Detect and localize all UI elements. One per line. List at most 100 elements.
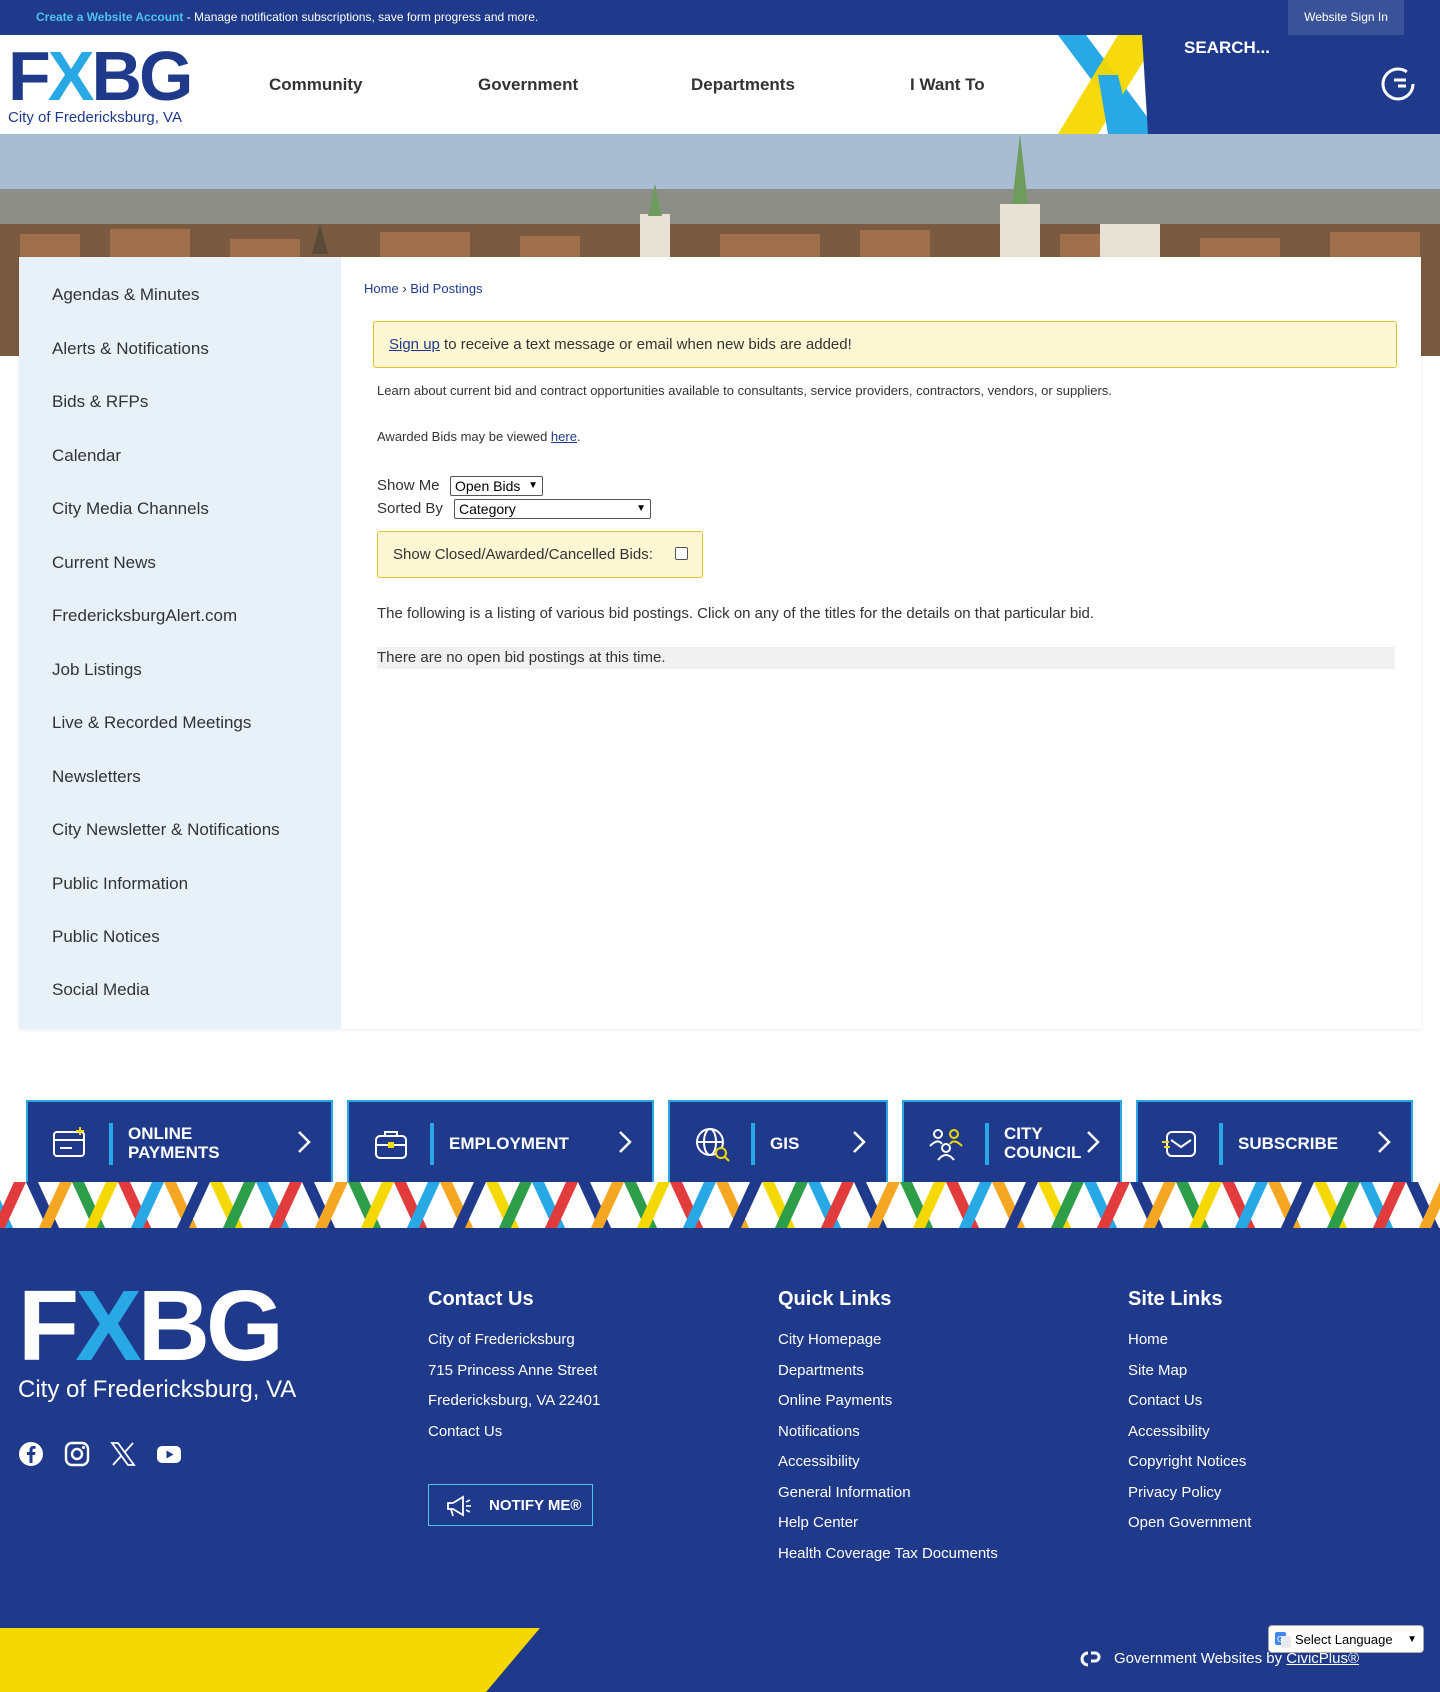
nav-community[interactable]: Community bbox=[269, 35, 363, 134]
civicplus-icon bbox=[1080, 1651, 1101, 1667]
sidebar-item-live-recorded-meetings[interactable]: Live & Recorded Meetings bbox=[52, 713, 251, 733]
footer-link-general-information[interactable]: General Information bbox=[778, 1484, 998, 1515]
sidebar-item-newsletters[interactable]: Newsletters bbox=[52, 767, 141, 787]
footer-link-site-map[interactable]: Site Map bbox=[1128, 1362, 1251, 1393]
footer-link-online-payments[interactable]: Online Payments bbox=[778, 1392, 998, 1423]
intro-text: Learn about current bid and contract opp… bbox=[377, 383, 1112, 398]
tile-divider bbox=[751, 1123, 755, 1165]
footer-site-links-title: Site Links bbox=[1128, 1288, 1223, 1310]
show-me-select[interactable]: Open Bids ▼ bbox=[450, 476, 543, 496]
footer-contact-column: Contact Us City of Fredericksburg 715 Pr… bbox=[428, 1288, 600, 1453]
footer-link-open-government[interactable]: Open Government bbox=[1128, 1514, 1251, 1545]
breadcrumb-home-link[interactable]: Home bbox=[364, 281, 399, 296]
awarded-bids-link[interactable]: here bbox=[551, 429, 577, 444]
tile-online-payments-label: ONLINE PAYMENTS bbox=[128, 1124, 220, 1162]
decorative-pattern-band bbox=[0, 1182, 1440, 1230]
search-icon[interactable] bbox=[1380, 65, 1418, 103]
tile-divider bbox=[1219, 1123, 1223, 1165]
site-logo[interactable]: FXBG City of Fredericksburg, VA bbox=[8, 41, 198, 129]
facebook-icon[interactable] bbox=[18, 1441, 44, 1467]
search-input[interactable]: SEARCH... bbox=[1184, 38, 1270, 58]
footer-quick-links-column: Quick Links City Homepage Departments On… bbox=[778, 1288, 998, 1575]
sidebar-item-public-notices[interactable]: Public Notices bbox=[52, 927, 160, 947]
website-sign-in-button[interactable]: Website Sign In bbox=[1288, 0, 1404, 35]
site-footer: FXBG City of Fredericksburg, VA Contact … bbox=[0, 1228, 1440, 1628]
tile-city-council[interactable]: CITY COUNCIL bbox=[902, 1100, 1122, 1186]
footer-contact-title: Contact Us bbox=[428, 1288, 534, 1310]
sidebar-item-job-listings[interactable]: Job Listings bbox=[52, 660, 142, 680]
footer-link-departments[interactable]: Departments bbox=[778, 1362, 998, 1393]
tile-online-payments[interactable]: ONLINE PAYMENTS bbox=[26, 1100, 333, 1186]
sidebar-item-current-news[interactable]: Current News bbox=[52, 553, 156, 573]
chevron-right-icon bbox=[619, 1131, 632, 1153]
chevron-right-icon bbox=[1087, 1131, 1100, 1153]
notify-me-button[interactable]: NOTIFY ME® bbox=[428, 1484, 593, 1526]
show-closed-checkbox[interactable] bbox=[675, 547, 688, 560]
footer-link-home[interactable]: Home bbox=[1128, 1331, 1251, 1362]
youtube-icon[interactable] bbox=[156, 1441, 182, 1467]
nav-government[interactable]: Government bbox=[478, 35, 578, 134]
briefcase-icon bbox=[375, 1131, 407, 1159]
globe-search-icon bbox=[696, 1128, 730, 1162]
stripe-pattern bbox=[0, 1182, 1440, 1230]
signup-notice: Sign up to receive a text message or ema… bbox=[373, 321, 1397, 368]
people-icon bbox=[929, 1129, 963, 1161]
footer-link-notifications[interactable]: Notifications bbox=[778, 1423, 998, 1454]
nav-departments[interactable]: Departments bbox=[691, 35, 795, 134]
sorted-by-label: Sorted By bbox=[377, 500, 443, 517]
sidebar-item-bids-rfps[interactable]: Bids & RFPs bbox=[52, 392, 148, 412]
notify-me-label: NOTIFY ME® bbox=[489, 1497, 582, 1514]
signup-link[interactable]: Sign up bbox=[389, 336, 440, 353]
sidebar-item-fredericksburgalert[interactable]: FredericksburgAlert.com bbox=[52, 606, 237, 626]
footer-contact-link[interactable]: Contact Us bbox=[428, 1423, 600, 1454]
footer-link-accessibility-site[interactable]: Accessibility bbox=[1128, 1423, 1251, 1454]
sidebar-item-agendas-minutes[interactable]: Agendas & Minutes bbox=[52, 285, 199, 305]
sidebar-item-city-media-channels[interactable]: City Media Channels bbox=[52, 499, 209, 519]
breadcrumb: Home › Bid Postings bbox=[364, 281, 483, 296]
footer-link-accessibility[interactable]: Accessibility bbox=[778, 1453, 998, 1484]
footer-logo[interactable]: FXBG City of Fredericksburg, VA bbox=[18, 1276, 296, 1404]
instagram-icon[interactable] bbox=[64, 1441, 90, 1467]
no-bids-message: There are no open bid postings at this t… bbox=[377, 647, 1395, 669]
footer-link-privacy-policy[interactable]: Privacy Policy bbox=[1128, 1484, 1251, 1515]
sidebar-item-calendar[interactable]: Calendar bbox=[52, 446, 121, 466]
chevron-right-icon bbox=[853, 1131, 866, 1153]
svg-text:G: G bbox=[1277, 1635, 1283, 1644]
sidebar-item-city-newsletter-notifications[interactable]: City Newsletter & Notifications bbox=[52, 820, 280, 840]
footer-link-help-center[interactable]: Help Center bbox=[778, 1514, 998, 1545]
tile-divider bbox=[109, 1123, 113, 1165]
show-closed-label: Show Closed/Awarded/Cancelled Bids: bbox=[393, 546, 653, 563]
tile-employment[interactable]: EMPLOYMENT bbox=[347, 1100, 654, 1186]
tile-employment-label: EMPLOYMENT bbox=[449, 1134, 569, 1153]
envelope-icon bbox=[1162, 1131, 1196, 1157]
footer-link-health-coverage[interactable]: Health Coverage Tax Documents bbox=[778, 1545, 998, 1576]
footer-link-city-homepage[interactable]: City Homepage bbox=[778, 1331, 998, 1362]
sidebar-item-social-media[interactable]: Social Media bbox=[52, 980, 149, 1000]
awarded-bids-text: Awarded Bids may be viewed here. bbox=[377, 429, 581, 444]
x-stripes-decoration bbox=[1058, 35, 1160, 134]
create-account-link[interactable]: Create a Website Account bbox=[36, 10, 183, 24]
sidebar-item-alerts-notifications[interactable]: Alerts & Notifications bbox=[52, 339, 209, 359]
chevron-down-icon: ▼ bbox=[1407, 1634, 1417, 1645]
chevron-right-icon bbox=[298, 1131, 311, 1153]
show-closed-box: Show Closed/Awarded/Cancelled Bids: bbox=[377, 531, 703, 578]
x-twitter-icon[interactable] bbox=[110, 1441, 136, 1467]
nav-i-want-to[interactable]: I Want To bbox=[910, 35, 985, 134]
tile-divider bbox=[430, 1123, 434, 1165]
chevron-right-icon bbox=[1378, 1131, 1391, 1153]
sidebar-item-public-information[interactable]: Public Information bbox=[52, 874, 188, 894]
tile-gis[interactable]: GIS bbox=[668, 1100, 888, 1186]
footer-contact-org: City of Fredericksburg bbox=[428, 1331, 575, 1348]
breadcrumb-separator: › bbox=[402, 281, 407, 296]
payment-icon bbox=[53, 1127, 85, 1157]
footer-link-contact-us[interactable]: Contact Us bbox=[1128, 1392, 1251, 1423]
content-area: Home › Bid Postings Sign up to receive a… bbox=[341, 257, 1421, 1029]
sidebar-nav: Agendas & Minutes Alerts & Notifications… bbox=[19, 257, 341, 1029]
footer-link-copyright[interactable]: Copyright Notices bbox=[1128, 1453, 1251, 1484]
tile-city-council-label: CITY COUNCIL bbox=[1004, 1124, 1082, 1162]
breadcrumb-current-link[interactable]: Bid Postings bbox=[410, 281, 482, 296]
sorted-by-value: Category bbox=[459, 501, 516, 517]
sorted-by-select[interactable]: Category ▼ bbox=[454, 499, 651, 519]
tile-subscribe[interactable]: SUBSCRIBE bbox=[1136, 1100, 1413, 1186]
language-select[interactable]: G Select Language ▼ bbox=[1268, 1625, 1424, 1653]
